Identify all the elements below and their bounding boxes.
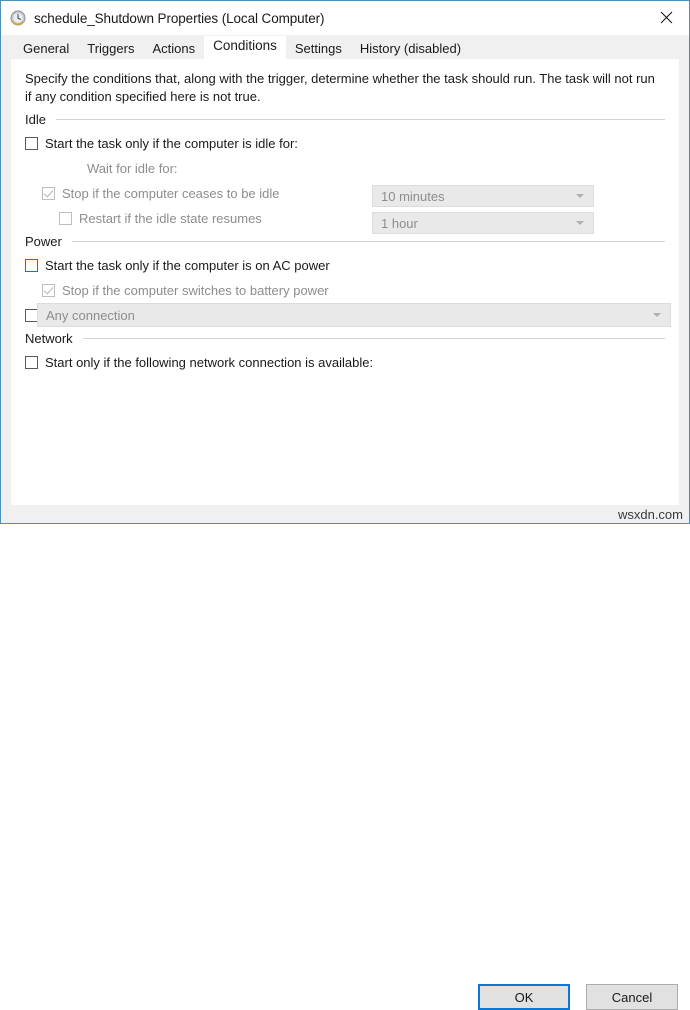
combo-idle-wait[interactable]: 1 hour	[372, 212, 594, 234]
combo-network-connection-value: Any connection	[46, 307, 135, 323]
group-rule-power	[71, 240, 665, 242]
dialog-footer: OK Cancel wsxdn.com	[1, 505, 689, 1010]
tab-settings[interactable]: Settings	[285, 38, 351, 60]
chevron-down-icon	[653, 313, 661, 317]
properties-dialog: schedule_Shutdown Properties (Local Comp…	[0, 0, 690, 1010]
group-label-network: Network	[25, 330, 73, 346]
tab-general[interactable]: General	[14, 38, 79, 60]
row-stop-if-battery: Stop if the computer switches to battery…	[25, 278, 665, 303]
checkbox-restart-if-idle-resumes[interactable]	[59, 212, 72, 225]
label-start-if-idle[interactable]: Start the task only if the computer is i…	[45, 136, 298, 151]
row-start-if-ac-power: Start the task only if the computer is o…	[25, 253, 665, 278]
tab-conditions[interactable]: Conditions	[204, 36, 286, 59]
label-stop-if-battery: Stop if the computer switches to battery…	[62, 283, 329, 298]
label-stop-if-ceases-idle: Stop if the computer ceases to be idle	[62, 186, 280, 201]
tab-triggers[interactable]: Triggers	[78, 38, 144, 60]
chevron-down-icon	[576, 194, 584, 198]
combo-idle-duration-value: 10 minutes	[381, 188, 445, 204]
group-label-power: Power	[25, 233, 62, 249]
combo-idle-duration[interactable]: 10 minutes	[372, 185, 594, 207]
checkbox-stop-if-battery[interactable]	[42, 284, 55, 297]
group-header-network: Network	[25, 330, 665, 346]
group-header-idle: Idle	[25, 111, 665, 127]
panel-description: Specify the conditions that, along with …	[25, 71, 655, 104]
label-start-if-ac-power[interactable]: Start the task only if the computer is o…	[45, 258, 330, 273]
checkbox-start-if-ac-power[interactable]	[25, 259, 38, 272]
checkbox-start-if-idle[interactable]	[25, 137, 38, 150]
tab-history[interactable]: History (disabled)	[350, 38, 471, 60]
label-start-if-network[interactable]: Start only if the following network conn…	[45, 355, 373, 370]
watermark: wsxdn.com	[617, 507, 683, 522]
group-header-power: Power	[25, 233, 665, 249]
checkbox-start-if-network[interactable]	[25, 356, 38, 369]
cancel-button[interactable]: Cancel	[586, 984, 678, 1010]
close-icon[interactable]	[643, 1, 689, 34]
conditions-panel: Specify the conditions that, along with …	[11, 59, 679, 505]
ok-button[interactable]: OK	[478, 984, 570, 1010]
checkbox-stop-if-ceases-idle[interactable]	[42, 187, 55, 200]
window-title: schedule_Shutdown Properties (Local Comp…	[34, 10, 325, 26]
label-restart-if-idle-resumes: Restart if the idle state resumes	[79, 211, 262, 226]
row-start-if-idle: Start the task only if the computer is i…	[25, 131, 665, 156]
chevron-down-icon	[576, 221, 584, 225]
row-start-if-network: Start only if the following network conn…	[25, 350, 665, 375]
group-label-idle: Idle	[25, 111, 46, 127]
title-bar: schedule_Shutdown Properties (Local Comp…	[1, 1, 689, 35]
row-wait-for-idle: Wait for idle for:	[25, 156, 665, 181]
group-rule-idle	[55, 118, 665, 120]
label-wait-for-idle: Wait for idle for:	[87, 161, 178, 176]
task-scheduler-clock-icon	[9, 9, 27, 27]
combo-idle-wait-value: 1 hour	[381, 215, 418, 231]
tab-strip: General Triggers Actions Conditions Sett…	[1, 35, 689, 60]
combo-network-connection[interactable]: Any connection	[37, 303, 671, 327]
group-rule-network	[82, 337, 665, 339]
tab-actions[interactable]: Actions	[143, 38, 205, 60]
